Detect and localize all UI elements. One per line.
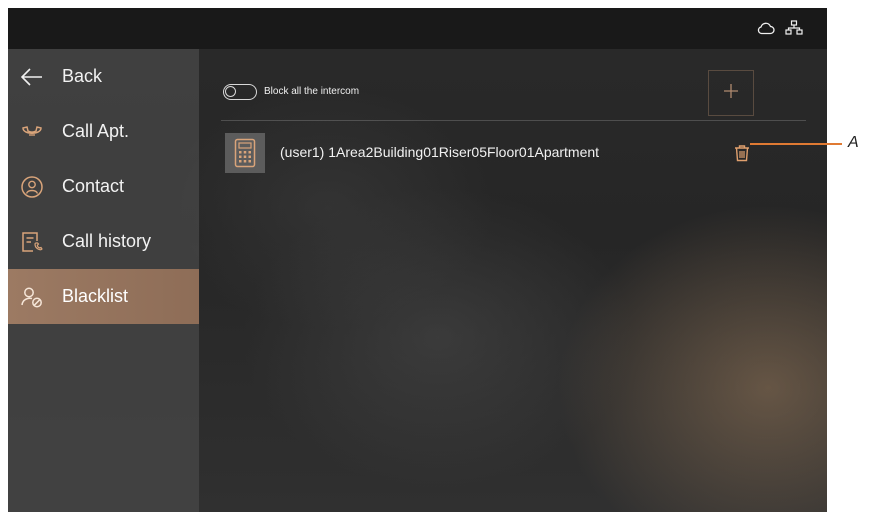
sidebar-item-call-apt[interactable]: Call Apt. <box>8 104 199 159</box>
sidebar-item-label: Blacklist <box>62 286 129 306</box>
contact-person-icon <box>20 175 44 199</box>
phone-handset-icon <box>20 120 44 144</box>
network-icon <box>785 20 803 36</box>
sidebar-item-label: Back <box>62 66 103 86</box>
blacklist-entry[interactable]: (user1) 1Area2Building01Riser05Floor01Ap… <box>225 133 790 173</box>
sidebar-item-call-history[interactable]: Call history <box>8 214 199 269</box>
plus-icon <box>722 82 740 105</box>
call-history-icon <box>20 230 44 254</box>
intercom-screen: Back Call Apt. Contact Call history Blac… <box>8 8 827 512</box>
sidebar: Back Call Apt. Contact Call history Blac… <box>8 49 199 512</box>
status-bar <box>8 8 827 49</box>
callout-line <box>750 143 842 145</box>
blacklist-panel: Block all the intercom (user1) 1Area2Bui… <box>199 49 827 512</box>
blacklist-user-icon <box>20 285 44 309</box>
door-station-icon <box>225 133 265 173</box>
blacklist-entry-name: (user1) 1Area2Building01Riser05Floor01Ap… <box>280 144 600 160</box>
sidebar-item-label: Call Apt. <box>62 121 130 141</box>
callout-label: A <box>848 134 859 151</box>
add-blacklist-button[interactable] <box>708 70 754 116</box>
back-arrow-icon <box>20 65 44 89</box>
sidebar-item-blacklist[interactable]: Blacklist <box>8 269 199 324</box>
sidebar-item-label: Call history <box>62 231 152 251</box>
divider <box>221 120 806 121</box>
block-all-label: Block all the intercom <box>264 86 360 97</box>
sidebar-item-label: Contact <box>62 176 125 196</box>
toggle-knob <box>225 86 236 97</box>
sidebar-item-back[interactable]: Back <box>8 49 199 104</box>
cloud-icon <box>757 21 775 35</box>
block-all-toggle[interactable] <box>223 84 257 100</box>
trash-icon[interactable] <box>733 144 751 162</box>
sidebar-item-contact[interactable]: Contact <box>8 159 199 214</box>
